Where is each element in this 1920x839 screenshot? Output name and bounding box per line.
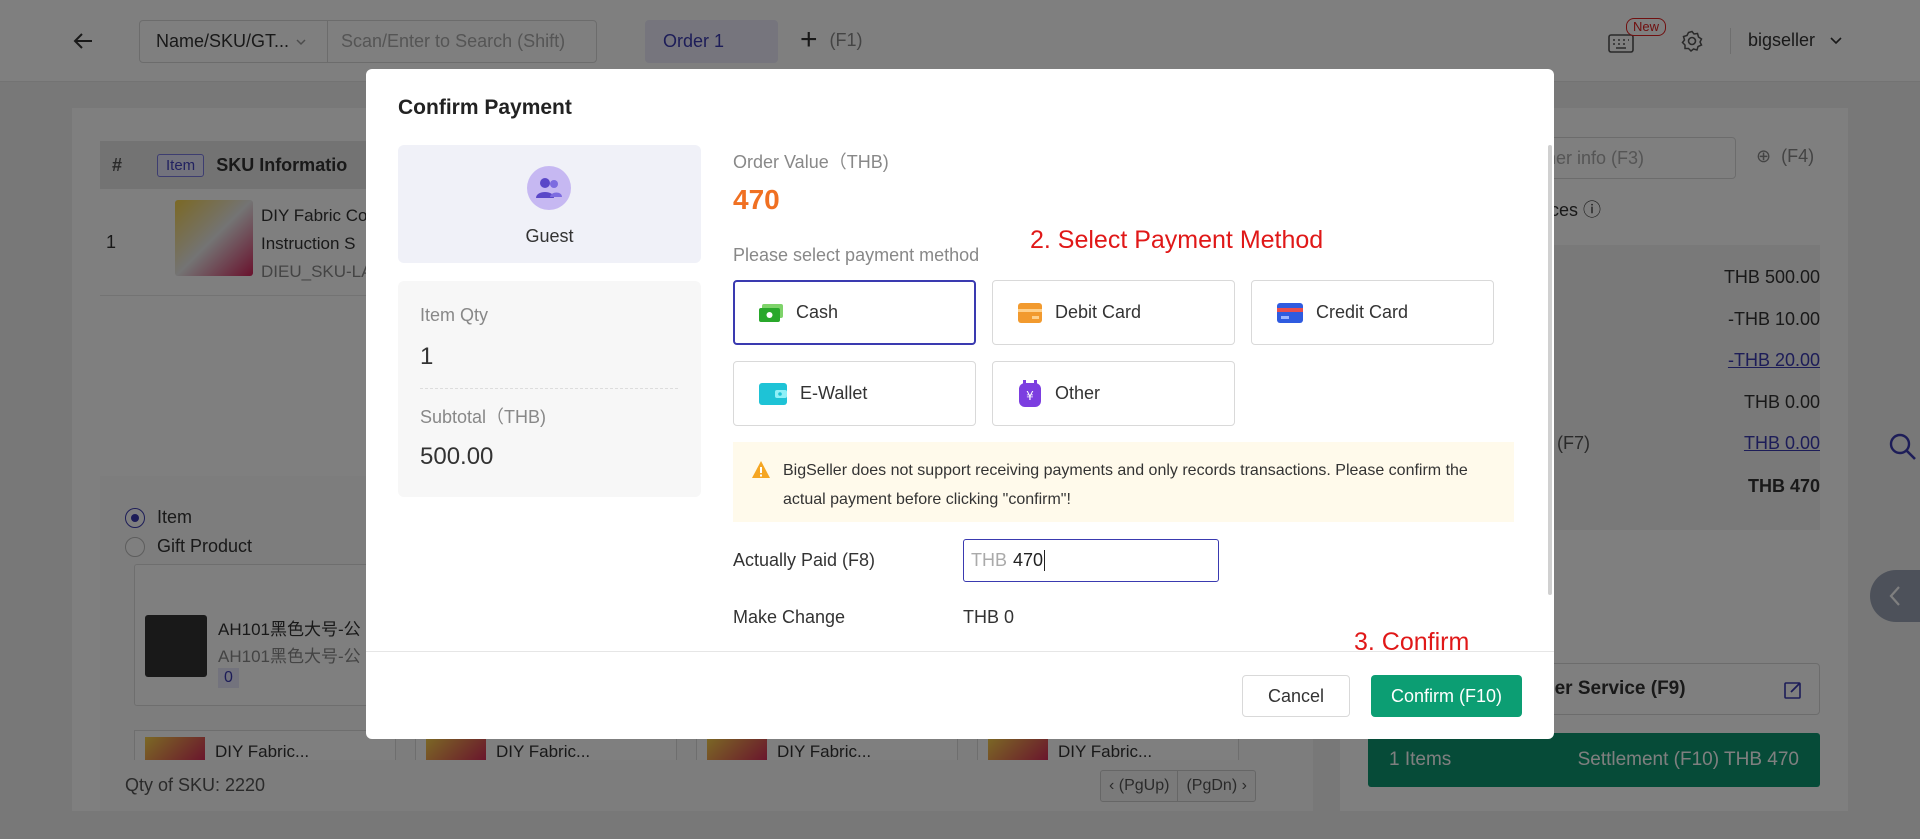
payment-e-wallet-label: E-Wallet <box>800 383 868 403</box>
footer-divider <box>366 651 1554 652</box>
payment-e-wallet-button[interactable]: E-Wallet <box>733 361 976 426</box>
warning-text: BigSeller does not support receiving pay… <box>783 462 1468 508</box>
item-qty-label: Item Qty <box>420 305 489 325</box>
payment-method-label: Please select payment method <box>733 245 980 265</box>
divider <box>420 388 678 389</box>
payment-credit-card-label: Credit Card <box>1316 302 1409 322</box>
warning-icon <box>752 461 770 478</box>
confirm-button[interactable]: Confirm (F10) <box>1371 675 1522 717</box>
paid-amount: 470 <box>1013 550 1046 571</box>
dialog-title: Confirm Payment <box>398 96 572 119</box>
confirm-payment-dialog: Confirm Payment Guest Item Qty 1 Subtota… <box>366 69 1554 739</box>
order-value-label: Order Value（THB) <box>733 152 889 172</box>
e-wallet-icon <box>759 382 787 405</box>
other-payment-icon: ¥ <box>1019 379 1041 407</box>
payment-other-button[interactable]: ¥ Other <box>992 361 1235 426</box>
subtotal-label: Subtotal（THB) <box>420 407 547 427</box>
payment-credit-card-button[interactable]: Credit Card <box>1251 280 1494 345</box>
guest-avatar-icon <box>527 166 571 210</box>
payment-cash-button[interactable]: Cash <box>733 280 976 345</box>
order-value: 470 <box>733 184 780 215</box>
make-change-value: THB 0 <box>963 607 1015 627</box>
subtotal-value: 500.00 <box>420 443 494 470</box>
payment-warning: BigSeller does not support receiving pay… <box>733 442 1514 522</box>
payment-cash-label: Cash <box>796 302 839 322</box>
annotation-select-method: 2. Select Payment Method <box>1030 226 1324 254</box>
payment-other-label: Other <box>1055 383 1101 403</box>
actually-paid-label: Actually Paid (F8) <box>733 550 876 570</box>
actually-paid-input[interactable]: THB 470 <box>963 539 1219 582</box>
cancel-button[interactable]: Cancel <box>1242 675 1350 717</box>
item-qty-value: 1 <box>420 343 434 370</box>
paid-currency-prefix: THB <box>971 550 1007 570</box>
annotation-confirm: 3. Confirm <box>1354 628 1470 656</box>
payment-debit-card-button[interactable]: Debit Card <box>992 280 1235 345</box>
customer-card: Guest <box>398 145 701 263</box>
customer-name: Guest <box>525 226 574 246</box>
make-change-label: Make Change <box>733 607 846 627</box>
credit-card-icon <box>1277 302 1303 323</box>
debit-card-icon <box>1018 302 1042 323</box>
svg-text:¥: ¥ <box>1026 389 1034 403</box>
cash-icon <box>759 303 783 322</box>
modal-scrollbar[interactable] <box>1548 145 1552 595</box>
payment-debit-card-label: Debit Card <box>1055 302 1142 322</box>
order-info-card: Item Qty 1 Subtotal（THB) 500.00 <box>398 281 701 497</box>
